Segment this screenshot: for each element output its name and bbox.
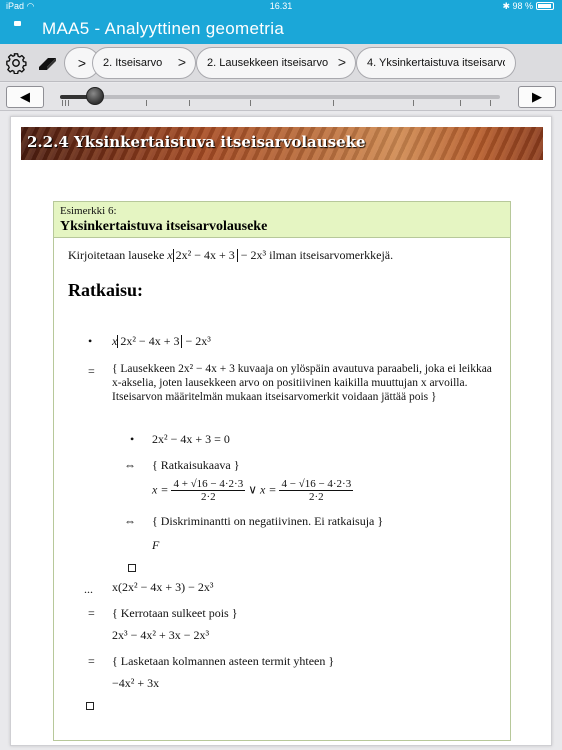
example-intro: Kirjoitetaan lauseke x 2x² − 4x + 3 − 2x³…	[68, 248, 394, 262]
qed-box	[86, 702, 94, 710]
next-page-button[interactable]: ▶	[518, 86, 556, 108]
slider-tick	[413, 100, 414, 106]
fraction-solution-2: 4 − √16 − 4·2·3 2·2	[279, 478, 354, 503]
breadcrumb-label: 4. Yksinkertaistuva itseisarvolauseke	[367, 57, 505, 69]
chevron-right-icon: >	[77, 55, 87, 71]
battery-indicator: ✱ 98 %	[502, 1, 554, 12]
slider-tick	[62, 100, 63, 106]
kerrotaan-note: { Kerrotaan sulkeet pois }	[112, 606, 238, 620]
false-result: F	[152, 538, 160, 552]
settings-button[interactable]	[2, 50, 30, 76]
example-title: Yksinkertaistuva itseisarvolauseke	[60, 219, 268, 234]
diskriminantti-note: { Diskriminantti on negatiivinen. Ei rat…	[152, 514, 384, 528]
arrow-left-icon: ◀	[20, 89, 30, 104]
slider-tick	[189, 100, 190, 106]
app-window: iPad ◠ 16.31 ✱ 98 % MAA5 - Analyyttinen …	[0, 0, 562, 750]
bullet-symbol: •	[130, 432, 135, 446]
page-slider-track[interactable]	[60, 95, 500, 99]
breadcrumb-item-lausekkeen-itseisarvo[interactable]: 2. Lausekkeen itseisarvo >	[196, 47, 356, 79]
status-bar: iPad ◠ 16.31 ✱ 98 %	[0, 0, 562, 14]
breadcrumb-label: 2. Lausekkeen itseisarvo	[207, 57, 329, 69]
slider-tick	[146, 100, 147, 106]
solution-heading: Ratkaisu:	[68, 280, 144, 300]
breadcrumb-item-itseisarvo[interactable]: 2. Itseisarvo >	[92, 47, 196, 79]
section-title: 2.2.4 Yksinkertaistuva itseisarvolauseke	[27, 133, 366, 151]
example-number: Esimerkki 6:	[60, 205, 117, 217]
content-page[interactable]: 2.2.4 Yksinkertaistuva itseisarvolauseke…	[10, 116, 552, 746]
expression-parentheses: x(2x² − 4x + 3) − 2x³	[112, 580, 214, 594]
app-title: MAA5 - Analyyttinen geometria	[42, 19, 285, 38]
expression-original: x 2x² − 4x + 3 − 2x³	[112, 334, 211, 348]
clock: 16.31	[269, 1, 293, 11]
slider-tick	[333, 100, 334, 106]
eraser-button[interactable]	[34, 50, 62, 76]
gear-icon	[6, 53, 27, 74]
section-header: 2.2.4 Yksinkertaistuva itseisarvolauseke	[21, 127, 543, 160]
slider-tick	[490, 100, 491, 106]
ratkaisukaava-note: { Ratkaisukaava }	[152, 458, 240, 472]
slider-tick	[65, 100, 66, 106]
previous-page-button[interactable]: ◀	[6, 86, 44, 108]
page-slider-thumb[interactable]	[86, 87, 105, 105]
qed-box	[128, 564, 136, 572]
chevron-right-icon: >	[337, 54, 346, 70]
example-box: Esimerkki 6: Yksinkertaistuva itseisarvo…	[53, 201, 511, 741]
page-slider-bar: ◀ ▶	[0, 83, 562, 111]
breadcrumb-item-yksinkertaistuva[interactable]: 4. Yksinkertaistuva itseisarvolauseke	[356, 47, 516, 79]
app-icon	[14, 21, 21, 26]
equals-symbol: =	[88, 654, 95, 668]
battery-icon	[536, 2, 554, 10]
lasketaan-note: { Lasketaan kolmannen asteen termit yhte…	[112, 654, 335, 668]
quadratic-solutions: x = 4 + √16 − 4·2·3 2·2 ∨ x = 4 − √16 − 4…	[152, 478, 354, 503]
chevron-right-icon: >	[177, 54, 186, 70]
final-result: −4x² + 3x	[112, 676, 160, 690]
eraser-icon	[39, 58, 56, 70]
fraction-solution-1: 4 + √16 − 4·2·3 2·2	[171, 478, 246, 503]
equation-zero: 2x² − 4x + 3 = 0	[152, 432, 230, 446]
iff-symbol: ⇔	[124, 458, 136, 472]
bluetooth-icon: ✱	[502, 1, 513, 11]
title-bar: MAA5 - Analyyttinen geometria	[0, 14, 562, 44]
slider-tick	[250, 100, 251, 106]
example-header: Esimerkki 6: Yksinkertaistuva itseisarvo…	[54, 202, 510, 238]
expression-expanded: 2x³ − 4x² + 3x − 2x³	[112, 628, 210, 642]
slider-tick	[68, 100, 69, 106]
slider-tick	[460, 100, 461, 106]
arrow-right-icon: ▶	[532, 89, 542, 104]
breadcrumb-bar: > 2. Itseisarvo > 2. Lausekkeen itseisar…	[0, 44, 562, 82]
iff-symbol: ⇔	[124, 514, 136, 528]
equals-symbol: =	[88, 364, 95, 378]
ellipsis-symbol: ...	[84, 582, 93, 596]
step-explanation: { Lausekkeen 2x² − 4x + 3 kuvaaja on ylö…	[112, 363, 492, 403]
breadcrumb-label: 2. Itseisarvo	[103, 57, 163, 69]
bullet-symbol: •	[88, 334, 93, 348]
equals-symbol: =	[88, 606, 95, 620]
